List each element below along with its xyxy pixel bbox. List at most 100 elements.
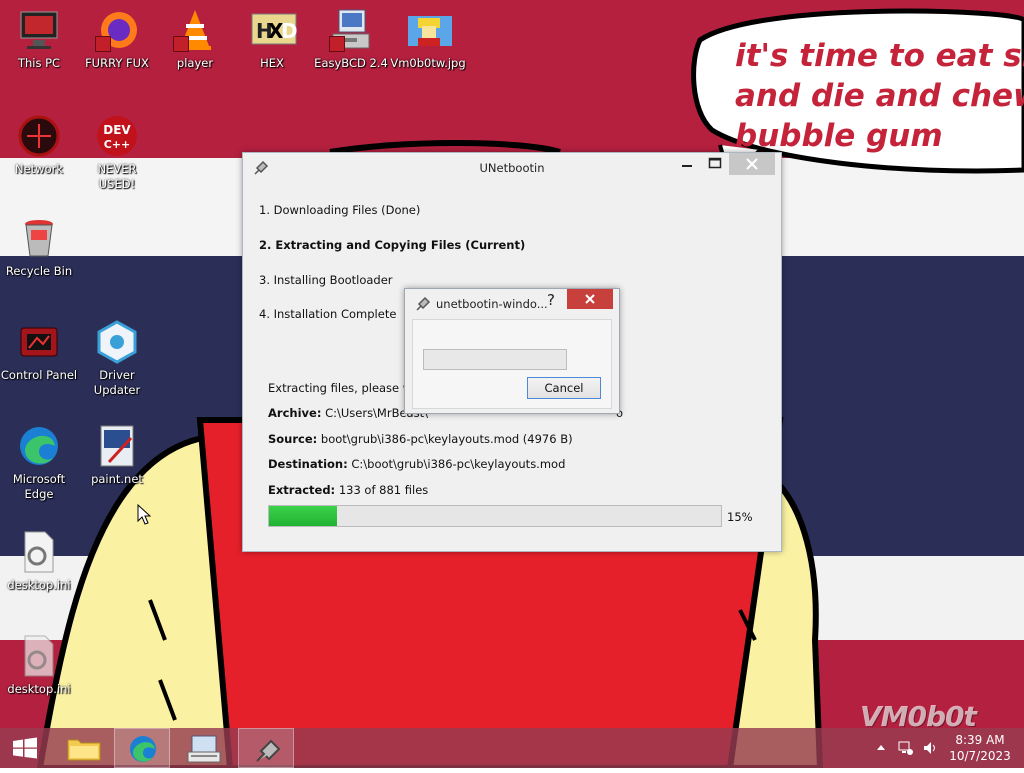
unetbootin-app-icon <box>256 739 281 762</box>
taskbar-clock[interactable]: 8:39 AM 10/7/2023 <box>948 732 1012 764</box>
destination-label: Destination: <box>268 457 348 471</box>
network-status-icon <box>898 741 913 755</box>
shortcut-badge-icon <box>173 36 189 52</box>
desktop-icon-label: player <box>176 56 214 70</box>
desktop-icon-vm0b0tw-jpg[interactable]: Vm0b0tw.jpg <box>389 8 467 71</box>
close-button[interactable] <box>729 153 775 175</box>
clock-time: 8:39 AM <box>955 733 1005 747</box>
window-titlebar[interactable]: UNetbootin <box>243 153 781 183</box>
wallpaper-speech-line: it's time to eat shit <box>735 38 1024 74</box>
firefox-icon <box>95 8 139 52</box>
wallpaper-speech-text: it's time to eat shit and die and chew b… <box>735 36 1024 156</box>
destination-value: C:\boot\grub\i386-pc\keylayouts.mod <box>351 457 566 471</box>
desktop-icon-label: Vm0b0tw.jpg <box>390 56 466 70</box>
dev-text: DEV <box>103 123 131 137</box>
volume-tray-icon[interactable] <box>922 740 938 759</box>
driver-updater-icon <box>95 320 139 364</box>
desktop-icon-never-used[interactable]: DEV C++ NEVER USED! <box>78 114 156 192</box>
maximize-icon <box>708 157 722 169</box>
progress-percent: 15% <box>727 510 753 524</box>
edge-icon <box>130 736 156 762</box>
chevron-up-icon <box>877 745 885 750</box>
step-downloading: 1. Downloading Files (Done) <box>259 203 421 217</box>
desktop-icon-hex[interactable]: H X D HEX <box>233 8 311 71</box>
extraction-progress-bar <box>268 505 722 527</box>
desktop-icon-label: Driver Updater <box>93 368 141 397</box>
desktop-icon-easybcd[interactable]: EasyBCD 2.4 <box>312 8 390 71</box>
desktop-icon-label: FURRY FUX <box>85 56 149 70</box>
windows-logo-icon <box>13 737 37 759</box>
desktop-icon-driver-updater[interactable]: Driver Updater <box>78 320 156 398</box>
desktop-icon-label: paint.net <box>91 472 143 486</box>
easybcd-icon <box>329 8 373 52</box>
desktop-icon-label: Control Panel <box>0 368 78 382</box>
desktop-icon-label: desktop.ini <box>7 682 71 696</box>
taskbar-microsoft-edge[interactable] <box>114 728 170 768</box>
shortcut-badge-icon <box>329 36 345 52</box>
hex-editor-icon: H X D <box>250 8 298 52</box>
desktop-icon-player[interactable]: player <box>156 8 234 71</box>
unetbootin-progress-dialog[interactable]: unetbootin-windo... ? Cancel <box>404 288 620 414</box>
minimize-icon <box>682 165 692 167</box>
mouse-cursor-icon <box>137 504 151 525</box>
dev-cpp-icon: DEV C++ <box>95 114 139 158</box>
desktop-icon-furry-fux[interactable]: FURRY FUX <box>78 8 156 71</box>
desktop-icon-label: HEX <box>260 56 284 70</box>
desktop-icon-microsoft-edge[interactable]: Microsoft Edge <box>0 424 78 502</box>
desktop-icon-network[interactable]: Network <box>0 114 78 177</box>
help-button[interactable]: ? <box>547 291 555 309</box>
source-label: Source: <box>268 432 318 446</box>
speaker-icon <box>924 742 935 754</box>
extracted-value: 133 of 881 files <box>338 483 429 497</box>
hex-d-text: D <box>281 19 298 43</box>
computer-icon <box>17 8 61 52</box>
wallpaper-speech-line: and die and chew <box>735 78 1024 114</box>
clock-date: 10/7/2023 <box>949 749 1011 763</box>
extracted-line: Extracted: 133 of 881 files <box>268 483 428 497</box>
show-hidden-icons-button[interactable] <box>876 740 886 757</box>
minimize-button[interactable] <box>673 153 701 175</box>
taskbar: 8:39 AM 10/7/2023 <box>0 728 1024 768</box>
network-tray-icon[interactable] <box>898 740 914 759</box>
shortcut-badge-icon <box>95 36 111 52</box>
archive-label: Archive: <box>268 406 322 420</box>
start-button[interactable] <box>0 728 50 768</box>
taskbar-file-explorer[interactable] <box>56 728 112 768</box>
folder-icon <box>67 739 101 761</box>
unetbootin-app-icon <box>415 296 431 316</box>
taskbar-on-screen-keyboard[interactable] <box>176 728 232 768</box>
desktop-icon-control-panel[interactable]: Control Panel <box>0 320 78 383</box>
vlc-icon <box>173 8 217 52</box>
desktop-icon-label: EasyBCD 2.4 <box>314 56 388 70</box>
desktop-icon-desktop-ini[interactable]: desktop.ini <box>0 530 78 593</box>
progress-bar-fill <box>269 506 337 526</box>
wallpaper-speech-line: bubble gum <box>735 118 943 154</box>
desktop-icon-paint-net[interactable]: paint.net <box>78 424 156 487</box>
maximize-button[interactable] <box>701 153 729 175</box>
desktop-icon-recycle-bin[interactable]: Recycle Bin <box>0 216 78 279</box>
dialog-progress-bar <box>423 349 567 370</box>
desktop-icon-label: Network <box>14 162 64 176</box>
step-installation-complete: 4. Installation Complete <box>259 307 397 321</box>
cpp-text: C++ <box>104 138 131 151</box>
source-line: Source: boot\grub\i386-pc\keylayouts.mod… <box>268 432 573 446</box>
keyboard-icon <box>187 735 221 763</box>
desktop-icon-this-pc[interactable]: This PC <box>0 8 78 71</box>
desktop-icon-label: This PC <box>17 56 61 70</box>
taskbar-unetbootin[interactable] <box>238 728 294 768</box>
close-icon <box>585 294 595 304</box>
cancel-button[interactable]: Cancel <box>527 377 601 399</box>
dialog-close-button[interactable] <box>567 289 613 309</box>
control-panel-icon <box>17 320 61 364</box>
settings-file-icon <box>17 634 61 678</box>
desktop-icon-desktop-ini-2[interactable]: desktop.ini <box>0 634 78 697</box>
desktop-icon-label: Microsoft Edge <box>12 472 66 501</box>
extracted-label: Extracted: <box>268 483 336 497</box>
edge-icon <box>17 424 61 468</box>
destination-line: Destination: C:\boot\grub\i386-pc\keylay… <box>268 457 565 471</box>
desktop-icon-label: Recycle Bin <box>5 264 73 278</box>
desktop-icon-label: NEVER USED! <box>97 162 137 191</box>
settings-file-icon <box>17 530 61 574</box>
image-file-icon <box>406 8 452 52</box>
recycle-bin-icon <box>17 216 61 260</box>
